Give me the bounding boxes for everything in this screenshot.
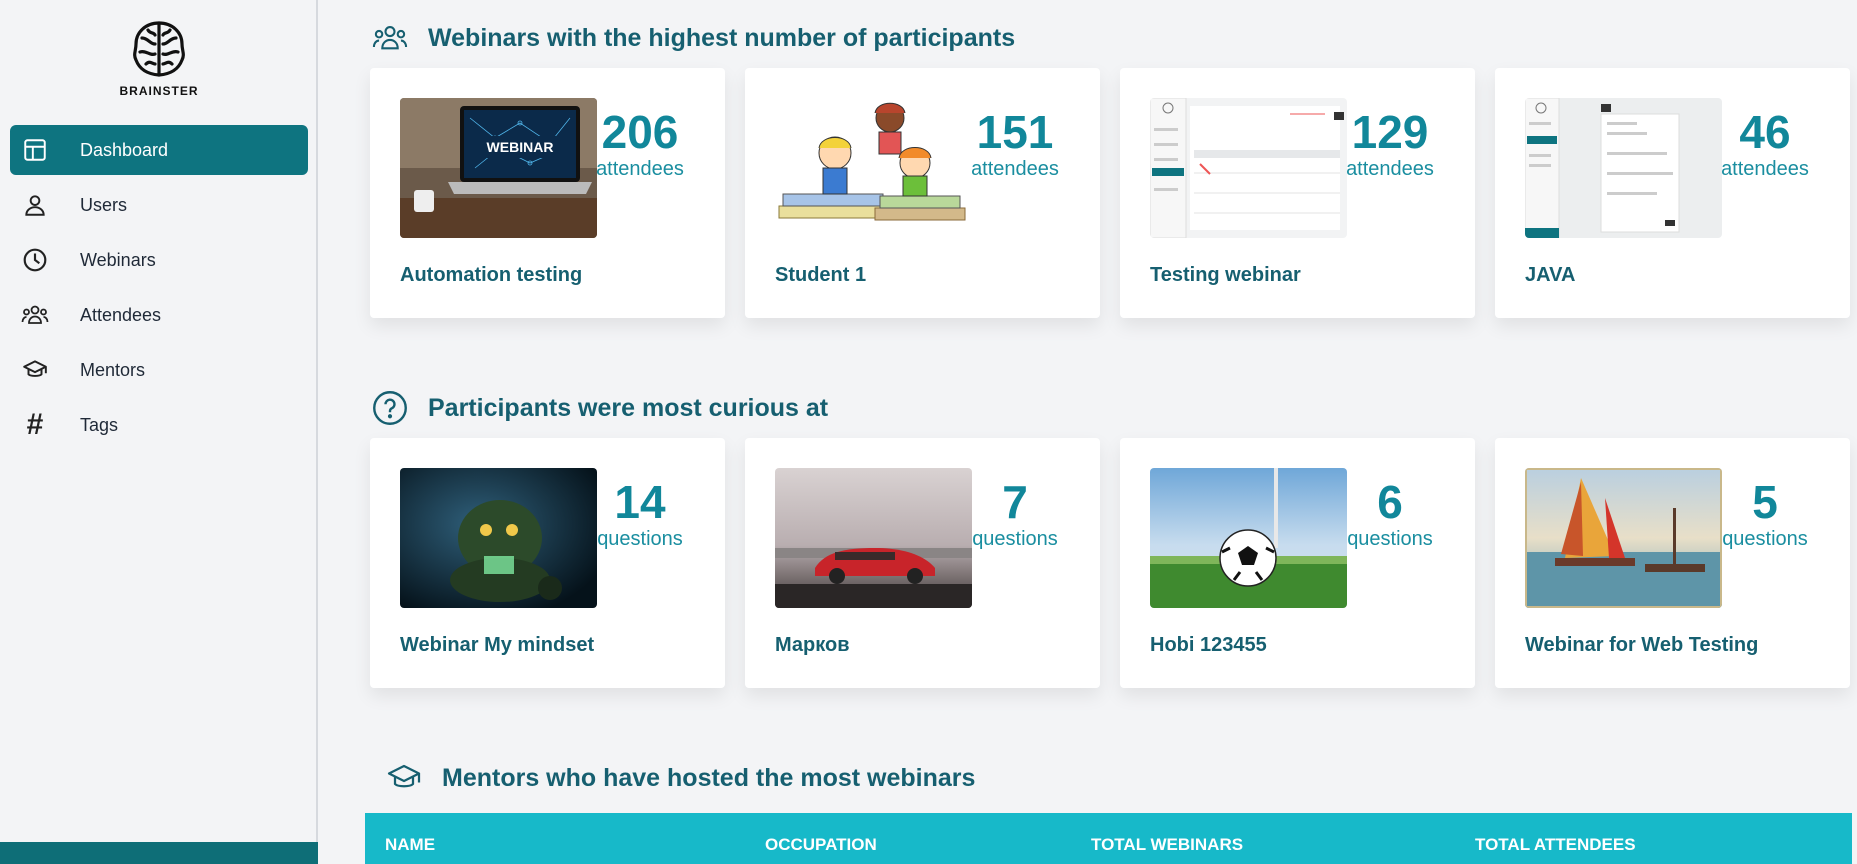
graduation-cap-icon <box>20 355 50 385</box>
webinar-card[interactable]: 129 attendees Testing webinar <box>1120 68 1475 318</box>
webinar-thumbnail <box>775 98 972 238</box>
webinar-card[interactable]: 151 attendees Student 1 <box>745 68 1100 318</box>
webinar-name: Testing webinar <box>1150 264 1301 286</box>
webinar-name: Student 1 <box>775 264 867 286</box>
sidebar-item-users[interactable]: Users <box>10 180 308 230</box>
sidebar-nav: Dashboard Users Webinars Attendees Mento… <box>10 125 308 455</box>
webinar-card[interactable]: 14 questions Webinar My mindset <box>370 438 725 688</box>
webinar-name: Automation testing <box>400 264 583 286</box>
webinar-thumbnail <box>1150 468 1347 608</box>
card-stat: 5 questions <box>1710 478 1820 551</box>
brand-name: BRAINSTER <box>119 84 199 98</box>
webinar-thumbnail <box>775 468 972 608</box>
thumbnail-text: WEBINAR <box>487 139 554 155</box>
sidebar-item-label: Tags <box>80 414 119 435</box>
card-stat: 46 attendees <box>1710 108 1820 181</box>
section-title-text: Mentors who have hosted the most webinar… <box>442 763 976 792</box>
hashtag-icon: # <box>26 408 44 441</box>
webinar-card[interactable]: 46 attendees JAVA <box>1495 68 1850 318</box>
webinar-card[interactable]: 6 questions Hobi 123455 <box>1120 438 1475 688</box>
sidebar: BRAINSTER Dashboard Users Webinars Atten… <box>0 0 318 864</box>
sidebar-item-dashboard[interactable]: Dashboard <box>10 125 308 175</box>
column-header-name[interactable]: NAME <box>385 835 435 855</box>
question-unit: questions <box>597 528 683 551</box>
question-count: 7 <box>1002 476 1028 528</box>
section-title-curious: Participants were most curious at <box>372 390 828 426</box>
attendee-count: 129 <box>1351 106 1429 158</box>
dashboard-icon <box>20 135 50 165</box>
brain-logo-icon <box>133 21 185 77</box>
group-icon <box>20 300 50 330</box>
mentors-table-header: NAME OCCUPATION TOTAL WEBINARS TOTAL ATT… <box>365 813 1852 864</box>
card-stat: 206 attendees <box>585 108 695 181</box>
group-icon <box>372 20 408 56</box>
attendee-count: 151 <box>976 106 1054 158</box>
sidebar-footer-bar <box>0 842 318 864</box>
section-title-text: Webinars with the highest number of part… <box>428 23 1016 52</box>
graduation-cap-icon <box>386 760 422 796</box>
webinar-thumbnail <box>1150 98 1347 238</box>
brand-logo[interactable]: BRAINSTER <box>0 18 318 98</box>
question-unit: questions <box>972 528 1058 551</box>
attendee-unit: attendees <box>971 158 1059 181</box>
webinar-thumbnail <box>400 468 597 608</box>
question-icon <box>372 390 408 426</box>
question-unit: questions <box>1722 528 1808 551</box>
webinar-thumbnail <box>1525 468 1722 608</box>
column-header-total-webinars[interactable]: TOTAL WEBINARS <box>1091 835 1243 855</box>
attendee-count: 206 <box>601 106 679 158</box>
attendee-unit: attendees <box>1721 158 1809 181</box>
attendee-unit: attendees <box>1346 158 1434 181</box>
section-title-participants: Webinars with the highest number of part… <box>372 20 1015 56</box>
webinar-thumbnail <box>1525 98 1722 238</box>
webinar-name: Webinar for Web Testing <box>1525 634 1759 656</box>
question-count: 6 <box>1377 476 1403 528</box>
sidebar-item-webinars[interactable]: Webinars <box>10 235 308 285</box>
card-stat: 129 attendees <box>1335 108 1445 181</box>
webinar-card[interactable]: 5 questions Webinar for Web Testing <box>1495 438 1850 688</box>
sidebar-item-label: Dashboard <box>80 139 169 160</box>
webinar-name: Webinar My mindset <box>400 634 595 656</box>
webinar-name: Hobi 123455 <box>1150 634 1267 656</box>
question-unit: questions <box>1347 528 1433 551</box>
clock-icon <box>20 245 50 275</box>
webinar-card[interactable]: WEBINAR 206 attendees Automation testing <box>370 68 725 318</box>
question-count: 14 <box>614 476 666 528</box>
webinar-name: JAVA <box>1525 264 1576 286</box>
card-stat: 7 questions <box>960 478 1070 551</box>
question-count: 5 <box>1752 476 1778 528</box>
sidebar-item-label: Users <box>80 194 128 215</box>
user-icon <box>20 190 50 220</box>
webinar-name: Марков <box>775 634 850 656</box>
sidebar-item-attendees[interactable]: Attendees <box>10 290 308 340</box>
section-title-text: Participants were most curious at <box>428 393 829 422</box>
sidebar-item-label: Mentors <box>80 359 146 380</box>
sidebar-item-label: Attendees <box>80 304 162 325</box>
section-title-mentors: Mentors who have hosted the most webinar… <box>386 760 975 796</box>
column-header-occupation[interactable]: OCCUPATION <box>765 835 877 855</box>
sidebar-item-label: Webinars <box>80 249 156 270</box>
card-stat: 151 attendees <box>960 108 1070 181</box>
webinar-card[interactable]: 7 questions Марков <box>745 438 1100 688</box>
card-stat: 6 questions <box>1335 478 1445 551</box>
sidebar-item-mentors[interactable]: Mentors <box>10 345 308 395</box>
attendee-unit: attendees <box>596 158 684 181</box>
column-header-total-attendees[interactable]: TOTAL ATTENDEES <box>1475 835 1636 855</box>
sidebar-item-tags[interactable]: # Tags <box>10 400 308 450</box>
attendee-count: 46 <box>1739 106 1791 158</box>
webinar-thumbnail: WEBINAR <box>400 98 597 238</box>
card-stat: 14 questions <box>585 478 695 551</box>
